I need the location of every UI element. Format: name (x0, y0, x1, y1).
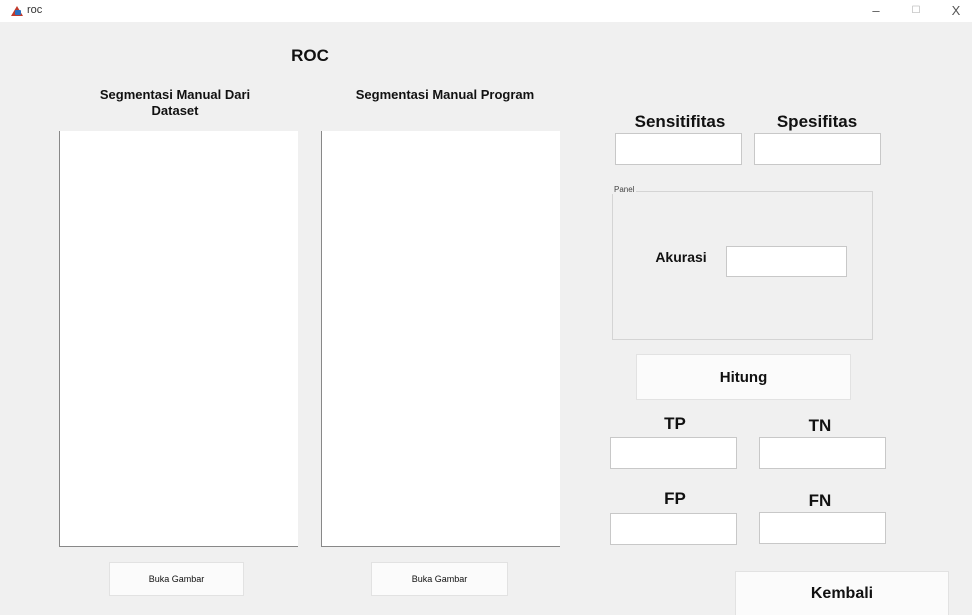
window-title: roc (27, 4, 43, 16)
dataset-image-axes (59, 131, 298, 547)
sensitivity-field[interactable] (615, 133, 742, 165)
maximize-icon: ☐ (911, 5, 921, 16)
program-axes-label: Segmentasi Manual Program (355, 87, 535, 102)
tn-label: TN (808, 416, 832, 435)
accuracy-field[interactable] (726, 246, 847, 277)
title-area: roc (10, 4, 42, 16)
program-image-axes (321, 131, 560, 547)
open-image-dataset-button[interactable]: Buka Gambar (109, 562, 244, 596)
panel-title: Panel (612, 185, 637, 194)
sensitivity-label: Sensitifitas (634, 112, 726, 131)
fp-label: FP (664, 489, 686, 508)
specificity-field[interactable] (754, 133, 881, 165)
maximize-button[interactable]: ☐ (896, 0, 936, 22)
tp-label: TP (664, 414, 686, 433)
accuracy-label: Akurasi (655, 249, 707, 265)
close-button[interactable]: X (936, 0, 972, 22)
calculate-button[interactable]: Hitung (636, 354, 851, 400)
matlab-logo-icon (10, 4, 24, 16)
open-image-program-button[interactable]: Buka Gambar (371, 562, 508, 596)
dataset-axes-label: Segmentasi Manual Dari Dataset (99, 87, 251, 118)
back-button[interactable]: Kembali (735, 571, 949, 615)
title-bar: roc – ☐ X (0, 0, 972, 22)
fn-field[interactable] (759, 512, 886, 544)
minimize-icon: – (872, 3, 880, 18)
close-icon: X (951, 3, 961, 18)
page-title: ROC (291, 46, 329, 65)
tp-field[interactable] (610, 437, 737, 469)
fp-field[interactable] (610, 513, 737, 545)
tn-field[interactable] (759, 437, 886, 469)
fn-label: FN (808, 491, 832, 510)
minimize-button[interactable]: – (856, 0, 896, 22)
accuracy-panel: Panel Akurasi (612, 185, 873, 340)
specificity-label: Spesifitas (776, 112, 858, 131)
